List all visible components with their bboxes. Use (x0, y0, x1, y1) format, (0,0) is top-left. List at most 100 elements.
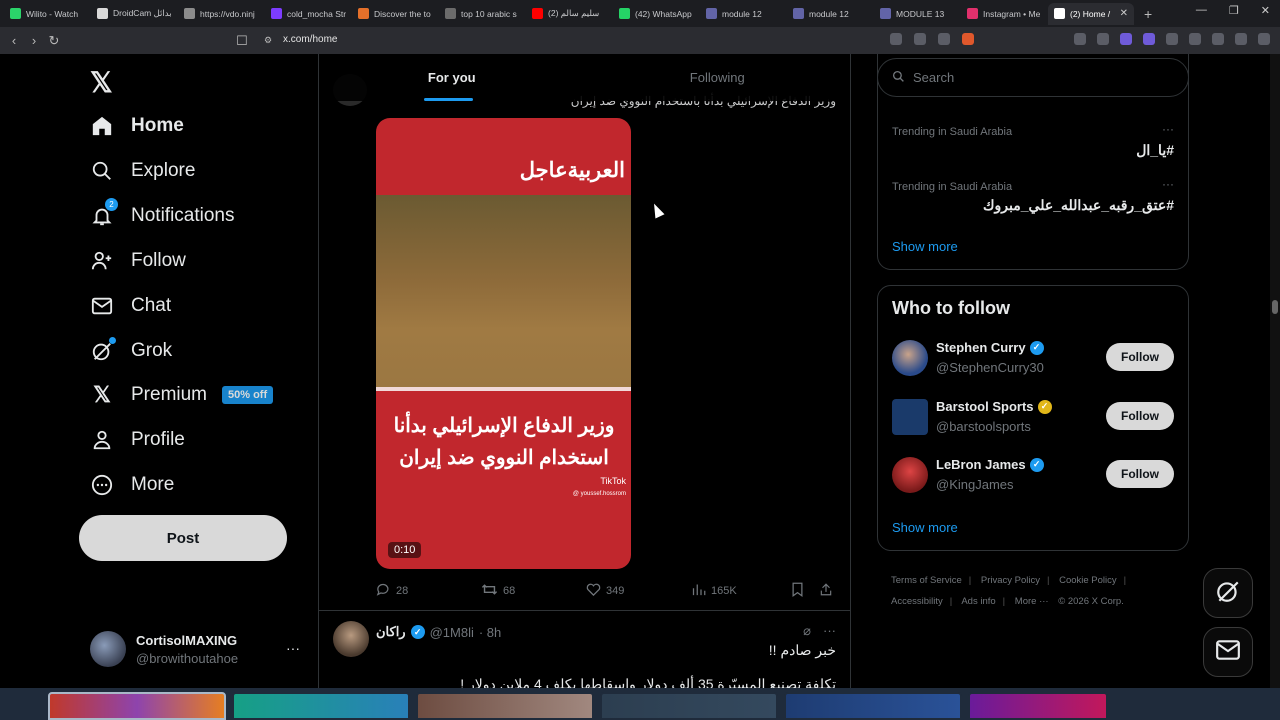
tweet-author-name[interactable]: راكان (376, 624, 406, 640)
feed-tabs: For you Following (319, 54, 850, 101)
url-field[interactable]: x.com/home (283, 34, 337, 45)
nav-explore[interactable]: Explore (90, 159, 195, 183)
avatar[interactable] (333, 621, 369, 657)
post-button[interactable]: Post (79, 515, 287, 561)
taskbar-window-thumb[interactable] (48, 692, 226, 720)
bookmark-button[interactable] (791, 582, 819, 600)
tweet-actions: 28 68 349 165K (376, 582, 840, 600)
more-dots-icon[interactable]: ··· (823, 623, 836, 639)
browser-tab[interactable]: top 10 arabic s (439, 3, 526, 25)
close-window-icon[interactable]: ✕ (1261, 4, 1270, 17)
zoom-icon[interactable] (890, 33, 902, 45)
trend-item[interactable]: Trending in Saudi Arabia #عتق_رقبه_عبدال… (892, 177, 1174, 214)
more-dots-icon[interactable]: ··· (1162, 177, 1174, 191)
site-info-icon[interactable]: ⚙ (258, 35, 278, 46)
music-icon[interactable] (1212, 33, 1224, 45)
grok-float-button[interactable] (1203, 568, 1253, 618)
repost-button[interactable]: 68 (481, 582, 586, 600)
grok-icon[interactable]: ⌀ (803, 623, 811, 639)
share-icon[interactable] (938, 33, 950, 45)
tweet-author-handle[interactable]: @1M8li (430, 625, 474, 640)
close-tab-icon[interactable]: ✕ (1120, 8, 1128, 19)
browser-tab[interactable]: module 12 (787, 3, 874, 25)
nav-premium[interactable]: 𝕏 Premium 50% off (90, 382, 274, 407)
nav-home[interactable]: Home (90, 114, 184, 138)
nav-profile[interactable]: Profile (90, 428, 185, 452)
search-input[interactable]: Search (877, 58, 1189, 97)
sidebar-toggle-icon[interactable] (1189, 33, 1201, 45)
nav-grok[interactable]: Grok (90, 337, 172, 363)
footer-link[interactable]: Cookie Policy (1059, 575, 1117, 586)
taskbar-window-thumb[interactable] (232, 692, 410, 720)
browser-tab-active[interactable]: (2) Home / ✕ (1048, 2, 1134, 25)
tab-favicon-icon (10, 8, 21, 19)
puzzle-icon[interactable] (1166, 33, 1178, 45)
scrollbar-thumb[interactable] (1272, 300, 1278, 314)
like-count: 349 (606, 585, 625, 597)
show-more-trends[interactable]: Show more (892, 239, 958, 254)
footer-link[interactable]: Accessibility (891, 596, 943, 607)
like-button[interactable]: 349 (586, 582, 691, 600)
nav-follow[interactable]: Follow (90, 249, 186, 273)
more-dots-icon[interactable]: ··· (1162, 122, 1174, 136)
browser-tab[interactable]: Wilito - Watch (4, 3, 91, 25)
browser-tab[interactable]: module 12 (700, 3, 787, 25)
tweet-time[interactable]: · 8h (479, 625, 501, 640)
more-dots-icon[interactable]: ··· (286, 640, 300, 656)
x-logo-icon[interactable]: 𝕏 (90, 66, 113, 99)
extension-icon[interactable] (1097, 33, 1109, 45)
follow-suggestion[interactable]: Stephen Curry ✓ @StephenCurry30 Follow (892, 338, 1174, 378)
minimize-icon[interactable]: — (1196, 4, 1207, 17)
tab-for-you[interactable]: For you (319, 54, 585, 101)
browser-tab[interactable]: https://vdo.ninj (178, 3, 265, 25)
cast-icon[interactable] (914, 33, 926, 45)
taskbar-window-thumb[interactable] (968, 692, 1108, 720)
follow-button[interactable]: Follow (1106, 343, 1174, 371)
extension-icon[interactable] (1074, 33, 1086, 45)
brave-shield-icon[interactable] (962, 33, 974, 45)
forward-icon[interactable]: › (24, 33, 44, 48)
premium-discount-badge: 50% off (222, 386, 274, 404)
new-tab-icon[interactable]: + (1144, 6, 1152, 22)
follow-suggestion[interactable]: Barstool Sports ✓ @barstoolsports Follow (892, 397, 1174, 437)
browser-tab[interactable]: MODULE 13 (874, 3, 961, 25)
footer-link[interactable]: Ads info (961, 596, 995, 607)
bookmark-icon[interactable]: ☐ (232, 33, 252, 49)
trend-item[interactable]: Trending in Saudi Arabia #يا_ال ··· (892, 122, 1174, 159)
footer-link[interactable]: Terms of Service (891, 575, 962, 586)
messages-float-button[interactable] (1203, 627, 1253, 677)
browser-tab[interactable]: سليم سالم (2) (526, 3, 613, 25)
reload-icon[interactable]: ↻ (44, 33, 64, 49)
panel-icon[interactable] (1235, 33, 1247, 45)
menu-icon[interactable] (1258, 33, 1270, 45)
extension-icon[interactable] (1120, 33, 1132, 45)
share-button[interactable] (819, 582, 833, 600)
browser-tab[interactable]: cold_mocha Str (265, 3, 352, 25)
footer-link[interactable]: Privacy Policy (981, 575, 1040, 586)
browser-tab[interactable]: (42) WhatsApp (613, 3, 700, 25)
taskbar-window-thumb[interactable] (416, 692, 594, 720)
follow-suggestion[interactable]: LeBron James ✓ @KingJames Follow (892, 455, 1174, 495)
browser-tab[interactable]: Discover the to (352, 3, 439, 25)
nav-notifications[interactable]: 2 Notifications (90, 198, 235, 228)
account-switcher[interactable]: CortisolMAXING @browithoutahoe ··· (90, 624, 300, 674)
nav-chat[interactable]: Chat (90, 294, 171, 318)
extension-icon[interactable] (1143, 33, 1155, 45)
browser-tab[interactable]: DroidCam بدائل (91, 3, 178, 25)
page-scrollbar[interactable] (1270, 54, 1280, 688)
follow-button[interactable]: Follow (1106, 402, 1174, 430)
browser-tab[interactable]: Instagram • Me (961, 3, 1048, 25)
reply-button[interactable]: 28 (376, 582, 481, 600)
show-more-follow[interactable]: Show more (892, 520, 958, 535)
follow-button[interactable]: Follow (1106, 460, 1174, 488)
taskbar-window-thumb[interactable] (600, 692, 778, 720)
taskbar-window-thumb[interactable] (784, 692, 962, 720)
tab-label: Wilito - Watch (26, 8, 79, 19)
back-icon[interactable]: ‹ (4, 33, 24, 48)
footer-link[interactable]: More ··· (1015, 596, 1049, 607)
maximize-icon[interactable]: ❐ (1229, 4, 1239, 17)
tab-following[interactable]: Following (585, 54, 851, 101)
views-button[interactable]: 165K (691, 582, 791, 600)
nav-more[interactable]: More (90, 473, 174, 497)
tweet-video[interactable]: العربيةعاجل وزير الدفاع الإسرائيلي بدأنا… (376, 118, 631, 569)
